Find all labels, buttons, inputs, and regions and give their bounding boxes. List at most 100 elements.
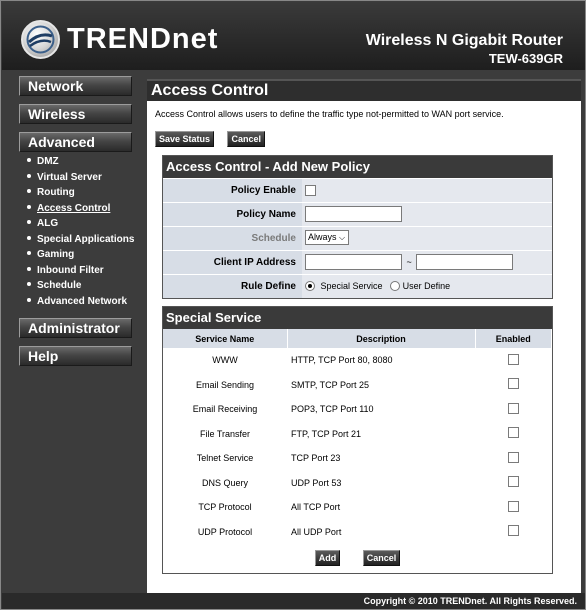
bullet-icon: [27, 158, 31, 162]
cancel-add-button[interactable]: Cancel: [362, 550, 401, 566]
service-enabled-checkbox[interactable]: [507, 476, 519, 488]
service-name: Telnet Service: [196, 453, 254, 464]
service-enabled-checkbox[interactable]: [507, 353, 519, 365]
schedule-select[interactable]: Always ⌵: [305, 230, 350, 245]
service-name: TCP Protocol: [198, 502, 252, 513]
policy-name-input[interactable]: [305, 206, 402, 222]
submenu-item-advanced-network[interactable]: Advanced Network: [27, 296, 134, 312]
nav-wireless[interactable]: Wireless: [19, 104, 132, 124]
policy-name-row: Policy Name: [163, 202, 552, 226]
globe-logo-icon: [21, 20, 60, 59]
bullet-icon: [27, 251, 31, 255]
nav-help[interactable]: Help: [19, 346, 132, 366]
service-name: WWW: [212, 355, 238, 366]
nav-administrator[interactable]: Administrator: [19, 318, 132, 338]
table-row: Email Receiving POP3, TCP Port 110: [163, 397, 552, 422]
service-description: UDP Port 53: [291, 477, 342, 488]
service-name: Email Receiving: [192, 404, 258, 415]
bullet-icon: [27, 204, 31, 209]
service-enabled-checkbox[interactable]: [507, 525, 519, 537]
client-ip-row: Client IP Address ~: [163, 250, 552, 274]
nav-network[interactable]: Network: [19, 76, 132, 96]
add-policy-heading: Access Control - Add New Policy: [163, 156, 552, 178]
service-enabled-checkbox[interactable]: [507, 451, 519, 463]
service-enabled-checkbox[interactable]: [507, 427, 519, 439]
special-service-panel: Special Service Service Name Description…: [162, 306, 553, 574]
submenu-item-inbound-filter[interactable]: Inbound Filter: [27, 265, 134, 281]
submenu-item-schedule[interactable]: Schedule: [27, 280, 134, 296]
advanced-submenu: DMZ Virtual Server Routing Access Contro…: [27, 156, 134, 311]
service-name: File Transfer: [199, 428, 250, 439]
service-enabled-checkbox[interactable]: [507, 500, 519, 512]
special-service-heading: Special Service: [163, 307, 552, 329]
chevron-down-icon: ⌵: [339, 233, 346, 242]
submenu-item-routing[interactable]: Routing: [27, 187, 134, 203]
service-name: DNS Query: [201, 477, 248, 488]
special-service-radio-label: Special Service: [320, 281, 383, 291]
submenu-item-dmz[interactable]: DMZ: [27, 156, 134, 172]
client-ip-start-input[interactable]: [305, 254, 402, 270]
policy-enable-label: Policy Enable: [163, 179, 302, 202]
table-row: UDP Protocol All UDP Port: [163, 520, 552, 545]
table-row: Email Sending SMTP, TCP Port 25: [163, 373, 552, 398]
col-header-service-name: Service Name: [163, 329, 288, 348]
table-row: WWW HTTP, TCP Port 80, 8080: [163, 348, 552, 373]
save-status-button[interactable]: Save Status: [155, 131, 215, 147]
page-title: Access Control: [147, 79, 581, 101]
submenu-item-alg[interactable]: ALG: [27, 218, 134, 234]
sidebar-nav: Network Wireless Advanced DMZ Virtual Se…: [1, 71, 145, 591]
special-service-table: Service Name Description Enabled WWW HTT…: [163, 329, 552, 544]
client-ip-end-input[interactable]: [416, 254, 514, 270]
policy-enable-checkbox[interactable]: [305, 185, 316, 196]
service-name: Email Sending: [195, 379, 255, 390]
bullet-icon: [27, 266, 31, 271]
nav-advanced[interactable]: Advanced: [19, 132, 132, 152]
submenu-item-access-control[interactable]: Access Control: [27, 203, 134, 219]
logo-wordmark: TRENDnet: [67, 23, 219, 55]
add-button[interactable]: Add: [314, 550, 341, 566]
service-description: POP3, TCP Port 110: [291, 404, 374, 415]
bullet-icon: [27, 297, 31, 302]
table-row: Telnet Service TCP Port 23: [163, 446, 552, 471]
footer-copyright: Copyright © 2010 TRENDnet. All Rights Re…: [2, 593, 585, 609]
rule-define-label: Rule Define: [163, 275, 302, 298]
submenu-item-special-applications[interactable]: Special Applications: [27, 234, 134, 250]
top-button-row: Save Status Cancel: [155, 129, 274, 147]
service-enabled-checkbox[interactable]: [507, 378, 519, 390]
service-name: UDP Protocol: [197, 526, 253, 537]
cancel-button[interactable]: Cancel: [227, 131, 265, 147]
user-define-radio-label: User Define: [402, 281, 451, 291]
special-service-radio[interactable]: [305, 281, 315, 291]
service-description: All TCP Port: [291, 502, 341, 513]
product-name: Wireless N Gigabit Router: [365, 32, 563, 49]
schedule-selected-value: Always: [308, 232, 337, 242]
submenu-item-virtual-server[interactable]: Virtual Server: [27, 172, 134, 188]
bullet-icon: [27, 189, 31, 193]
router-admin-window: TRENDnet Wireless N Gigabit Router TEW-6…: [0, 0, 586, 610]
service-enabled-checkbox[interactable]: [507, 402, 519, 414]
rule-define-row: Rule Define Special Service User Define: [163, 274, 552, 298]
policy-enable-row: Policy Enable: [163, 178, 552, 202]
schedule-label: Schedule: [163, 227, 302, 250]
bullet-icon: [27, 235, 31, 240]
service-description: TCP Port 23: [291, 453, 341, 464]
table-row: TCP Protocol All TCP Port: [163, 495, 552, 520]
service-description: FTP, TCP Port 21: [291, 428, 362, 439]
header-bar: TRENDnet Wireless N Gigabit Router TEW-6…: [2, 2, 585, 70]
add-policy-panel: Access Control - Add New Policy Policy E…: [162, 155, 553, 299]
service-description: All UDP Port: [291, 526, 342, 537]
product-model: TEW-639GR: [488, 51, 563, 66]
page-description: Access Control allows users to define th…: [155, 109, 504, 119]
main-content: Access Control Access Control allows use…: [147, 79, 581, 595]
table-row: DNS Query UDP Port 53: [163, 471, 552, 496]
col-header-description: Description: [287, 329, 476, 348]
user-define-radio[interactable]: [390, 281, 401, 291]
table-row: File Transfer FTP, TCP Port 21: [163, 422, 552, 447]
client-ip-label: Client IP Address: [163, 251, 302, 274]
service-description: SMTP, TCP Port 25: [291, 379, 370, 390]
schedule-row: Schedule Always ⌵: [163, 226, 552, 250]
submenu-item-gaming[interactable]: Gaming: [27, 249, 134, 265]
bullet-icon: [27, 173, 31, 178]
bullet-icon: [27, 282, 31, 286]
policy-name-label: Policy Name: [163, 203, 302, 226]
